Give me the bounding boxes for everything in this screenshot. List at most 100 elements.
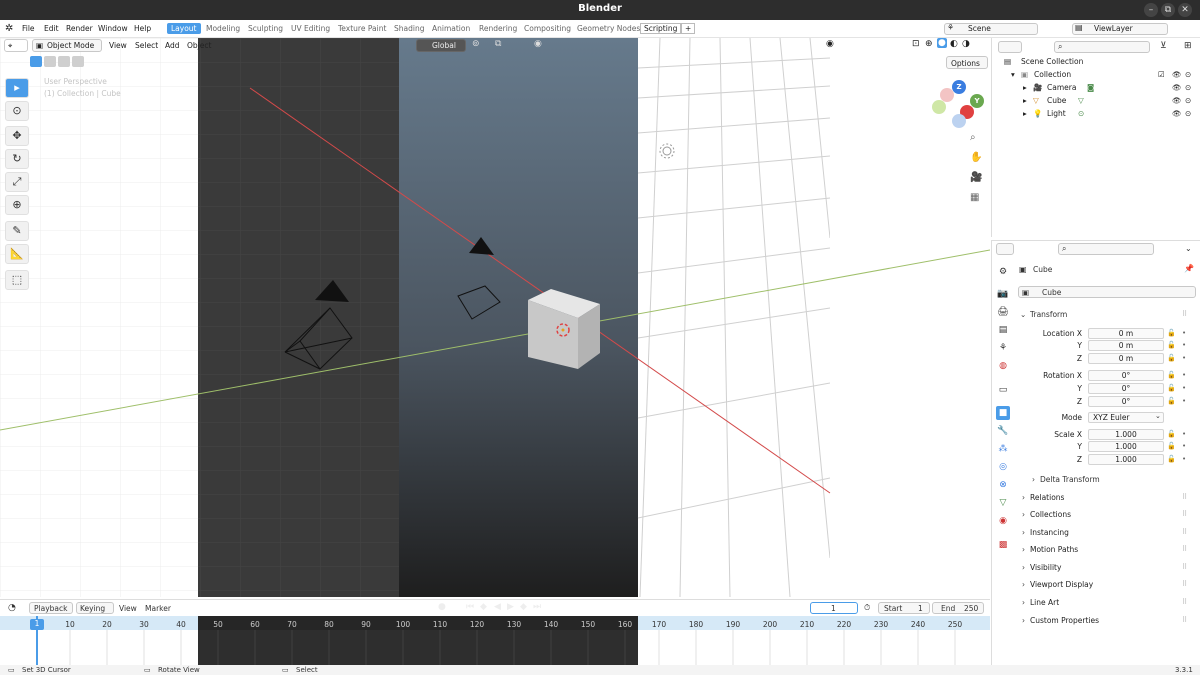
drag-handle-icon[interactable]: ⠿	[1182, 563, 1187, 571]
chevron-right-icon[interactable]: ›	[1022, 580, 1025, 589]
mesh-data-icon[interactable]: ▽	[1078, 96, 1084, 105]
transform-chevron-icon[interactable]: ⌄	[1020, 310, 1026, 319]
play-icon[interactable]: ▶	[507, 602, 514, 612]
menu-select[interactable]: Select	[135, 41, 158, 50]
menu-edit[interactable]: Edit	[44, 24, 59, 33]
rotation-mode-dropdown[interactable]: XYZ Euler	[1088, 412, 1164, 423]
render-icon[interactable]: ⊙	[1185, 109, 1191, 118]
expand-arrow-icon[interactable]: ▸	[1023, 83, 1027, 92]
instancing-section[interactable]: Instancing	[1030, 528, 1069, 537]
drag-handle-icon[interactable]: ⠿	[1182, 528, 1187, 536]
outliner-editor-type[interactable]	[998, 41, 1022, 53]
drag-handle-icon[interactable]: ⠿	[1182, 493, 1187, 501]
scale-z-field[interactable]: 1.000	[1088, 454, 1164, 465]
pan-hand-icon[interactable]: ✋	[970, 152, 982, 163]
render-icon[interactable]: ⊙	[1185, 70, 1191, 79]
outliner-search-input[interactable]	[1054, 41, 1150, 53]
tool-transform-icon[interactable]: ⊕	[5, 195, 29, 215]
delta-transform-section[interactable]: Delta Transform	[1040, 475, 1100, 484]
proportional-edit-icon[interactable]: ◉	[534, 39, 542, 49]
tool-scale-icon[interactable]: ⤢	[5, 172, 29, 192]
drag-handle-icon[interactable]: ⠿	[1182, 580, 1187, 588]
shading-solid-icon[interactable]: ●	[937, 38, 947, 48]
select-new-icon[interactable]	[30, 56, 42, 67]
collections-section[interactable]: Collections	[1030, 510, 1071, 519]
render-icon[interactable]: ⊙	[1185, 96, 1191, 105]
navigation-gizmo[interactable]: Z Y	[930, 80, 990, 130]
chevron-right-icon[interactable]: ›	[1022, 493, 1025, 502]
keyframe-dot-icon[interactable]: •	[1182, 341, 1186, 349]
expand-arrow-icon[interactable]: ▸	[1023, 109, 1027, 118]
location-y-field[interactable]: 0 m	[1088, 340, 1164, 351]
gizmo-neg-z-axis[interactable]	[952, 114, 966, 128]
gizmo-z-axis[interactable]: Z	[952, 80, 966, 94]
lock-icon[interactable]: 🔓	[1167, 341, 1176, 349]
menu-help[interactable]: Help	[134, 24, 151, 33]
tab-geometry-nodes[interactable]: Geometry Nodes	[577, 24, 640, 33]
checkbox-icon[interactable]: ☑	[1158, 70, 1165, 79]
xray-icon[interactable]: ⊡	[912, 39, 920, 49]
eye-icon[interactable]: 👁	[1172, 109, 1182, 118]
tool-add-cube-icon[interactable]: ⬚	[5, 270, 29, 290]
tool-cursor-icon[interactable]: ⊙	[5, 101, 29, 121]
menu-render[interactable]: Render	[66, 24, 93, 33]
keyframe-dot-icon[interactable]: •	[1182, 384, 1186, 392]
chevron-right-icon[interactable]: ›	[1022, 545, 1025, 554]
keyframe-dot-icon[interactable]: •	[1182, 455, 1186, 463]
drag-handle-icon[interactable]: ⠿	[1182, 545, 1187, 553]
prev-keyframe-icon[interactable]: ◆	[480, 602, 487, 612]
eye-icon[interactable]: 👁	[1172, 70, 1182, 79]
shading-wireframe-icon[interactable]: ⊕	[925, 39, 933, 49]
record-icon[interactable]: ●	[438, 602, 446, 612]
next-keyframe-icon[interactable]: ◆	[520, 602, 527, 612]
chevron-right-icon[interactable]: ›	[1022, 510, 1025, 519]
camera-view-icon[interactable]: 🎥	[970, 172, 982, 183]
tab-layout[interactable]: Layout	[167, 23, 201, 34]
rotation-z-field[interactable]: 0°	[1088, 396, 1164, 407]
data-tab-icon[interactable]: ▽	[996, 496, 1010, 510]
tab-animation[interactable]: Animation	[432, 24, 470, 33]
render-tab-icon[interactable]: 📷	[996, 287, 1010, 301]
keyframe-dot-icon[interactable]: •	[1182, 354, 1186, 362]
viewport-display-section[interactable]: Viewport Display	[1030, 580, 1093, 589]
ortho-grid-icon[interactable]: ▦	[970, 192, 979, 203]
outliner-row-scene-collection[interactable]: ▤ Scene Collection	[992, 57, 1200, 70]
chevron-right-icon[interactable]: ›	[1022, 563, 1025, 572]
menu-add[interactable]: Add	[165, 41, 180, 50]
lock-icon[interactable]: 🔓	[1167, 354, 1176, 362]
rotation-y-field[interactable]: 0°	[1088, 383, 1164, 394]
gizmo-neg-y-axis[interactable]	[932, 100, 946, 114]
lock-icon[interactable]: 🔓	[1167, 371, 1176, 379]
pin-icon[interactable]: 📌	[1184, 264, 1194, 273]
chevron-down-icon[interactable]: ⌄	[1185, 244, 1192, 253]
location-x-field[interactable]: 0 m	[1088, 328, 1164, 339]
zoom-icon[interactable]: ⌕	[970, 132, 976, 143]
gizmo-neg-x-axis[interactable]	[940, 88, 954, 102]
tab-sculpting[interactable]: Sculpting	[248, 24, 283, 33]
outliner-row-collection[interactable]: ▾ ▣ Collection ☑ 👁 ⊙	[992, 70, 1200, 83]
new-collection-icon[interactable]: ⊞	[1184, 41, 1192, 51]
shading-material-icon[interactable]: ◐	[950, 39, 958, 49]
shading-rendered-icon[interactable]: ◑	[962, 39, 970, 49]
tool-move-icon[interactable]: ✥	[5, 126, 29, 146]
clock-icon[interactable]: ◔	[8, 603, 16, 613]
keyframe-dot-icon[interactable]: •	[1182, 430, 1186, 438]
close-button[interactable]: ✕	[1178, 3, 1192, 17]
tab-uv-editing[interactable]: UV Editing	[291, 24, 330, 33]
chevron-right-icon[interactable]: ›	[1022, 616, 1025, 625]
menu-window[interactable]: Window	[98, 24, 128, 33]
eye-icon[interactable]: 👁	[1172, 96, 1182, 105]
lock-icon[interactable]: 🔓	[1167, 442, 1176, 450]
jump-start-icon[interactable]: ⏮	[466, 602, 474, 612]
constraints-tab-icon[interactable]: ⊗	[996, 478, 1010, 492]
tool-select-box[interactable]: ▸	[5, 78, 29, 98]
tool-rotate-icon[interactable]: ↻	[5, 149, 29, 169]
keyframe-dot-icon[interactable]: •	[1182, 442, 1186, 450]
lock-icon[interactable]: 🔓	[1167, 329, 1176, 337]
lock-icon[interactable]: 🔓	[1167, 455, 1176, 463]
eye-icon[interactable]: 👁	[1172, 83, 1182, 92]
visibility-icon[interactable]: ◉	[826, 39, 834, 49]
tab-scripting[interactable]: Scripting	[640, 23, 682, 34]
menu-view[interactable]: View	[109, 41, 127, 50]
viewport-3d[interactable]	[0, 38, 990, 597]
